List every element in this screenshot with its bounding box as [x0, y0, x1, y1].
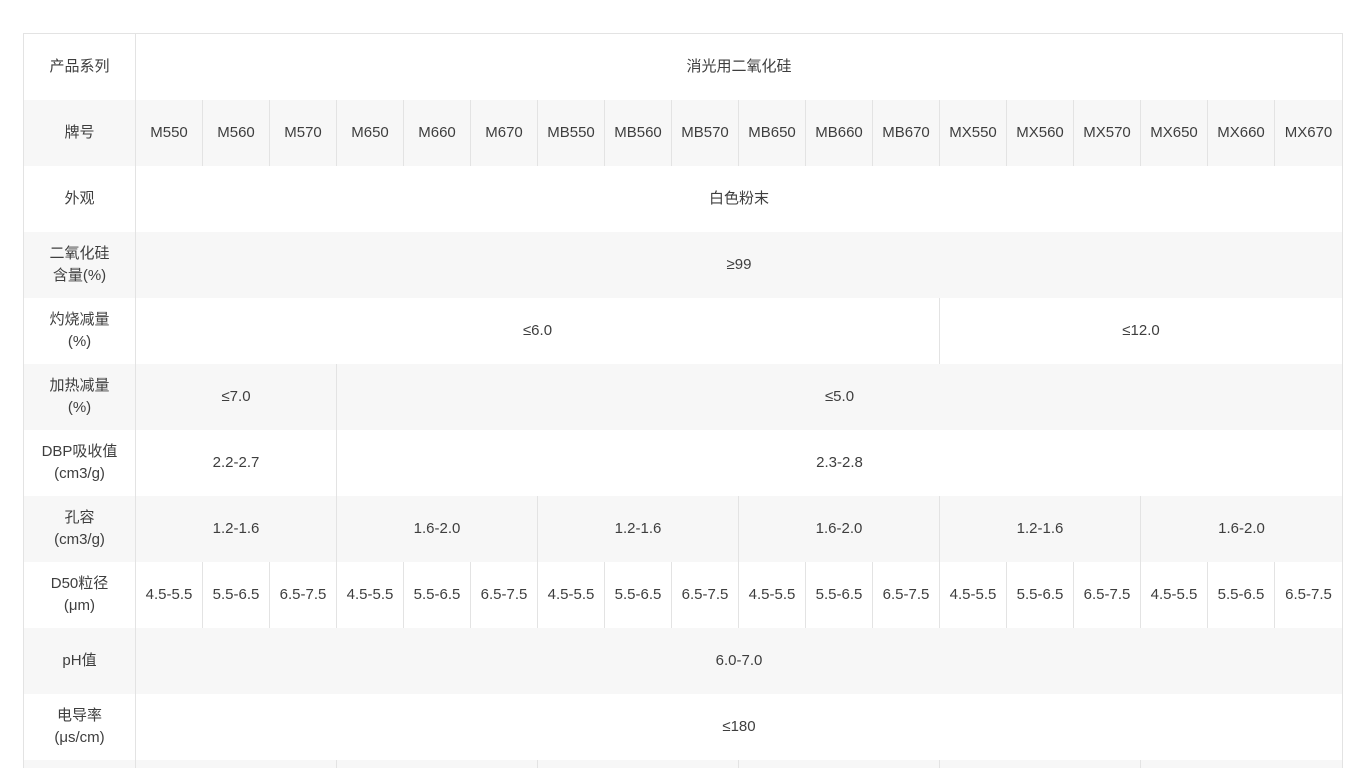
grade-cell: MX670	[1275, 100, 1342, 166]
value-cell: 4.5-5.5	[136, 562, 203, 628]
value-cell	[136, 760, 337, 768]
value-cell	[337, 760, 538, 768]
row-label: 外观	[24, 166, 136, 232]
value-cell: 5.5-6.5	[806, 562, 873, 628]
value-cell: ≤180	[136, 694, 1342, 760]
row-appearance: 外观 白色粉末	[24, 166, 1342, 232]
value-cell: 6.5-7.5	[1074, 562, 1141, 628]
value-cell: 1.2-1.6	[940, 496, 1141, 562]
value-cell: 6.5-7.5	[1275, 562, 1342, 628]
row-conductivity: 电导率 (μs/cm) ≤180	[24, 694, 1342, 760]
row-ph-value: pH值 6.0-7.0	[24, 628, 1342, 694]
value-cell	[1141, 760, 1342, 768]
grade-cell: MX570	[1074, 100, 1141, 166]
value-cell: 5.5-6.5	[1208, 562, 1275, 628]
row-label: 灼烧减量 (%)	[24, 298, 136, 364]
value-cell: 6.5-7.5	[270, 562, 337, 628]
grade-cell: MX660	[1208, 100, 1275, 166]
product-spec-table: 产品系列 消光用二氧化硅 牌号 M550 M560 M570 M650 M660…	[24, 34, 1342, 768]
grade-cell: MX550	[940, 100, 1007, 166]
value-cell: ≤7.0	[136, 364, 337, 430]
value-cell: 4.5-5.5	[337, 562, 404, 628]
value-cell: 4.5-5.5	[1141, 562, 1208, 628]
row-label: 二氧化硅 含量(%)	[24, 232, 136, 298]
value-cell: 2.2-2.7	[136, 430, 337, 496]
value-cell: 6.5-7.5	[471, 562, 538, 628]
grade-cell: MX650	[1141, 100, 1208, 166]
row-label: pH值	[24, 628, 136, 694]
value-cell: 1.2-1.6	[538, 496, 739, 562]
grade-cell: MX560	[1007, 100, 1074, 166]
grade-cell: M560	[203, 100, 270, 166]
value-cell: 白色粉末	[136, 166, 1342, 232]
value-cell: 5.5-6.5	[404, 562, 471, 628]
value-cell: ≤6.0	[136, 298, 940, 364]
row-product-series: 产品系列 消光用二氧化硅	[24, 34, 1342, 100]
value-cell: 4.5-5.5	[940, 562, 1007, 628]
value-cell: 1.2-1.6	[136, 496, 337, 562]
row-dbp-absorption: DBP吸收值 (cm3/g) 2.2-2.7 2.3-2.8	[24, 430, 1342, 496]
value-cell	[538, 760, 739, 768]
row-label: 电导率 (μs/cm)	[24, 694, 136, 760]
value-cell: 4.5-5.5	[538, 562, 605, 628]
value-cell: ≤12.0	[940, 298, 1342, 364]
value-cell	[739, 760, 940, 768]
value-cell: 4.5-5.5	[739, 562, 806, 628]
grade-cell: M650	[337, 100, 404, 166]
value-cell: 6.5-7.5	[873, 562, 940, 628]
row-label: D50粒径 (μm)	[24, 562, 136, 628]
row-label: 牌号	[24, 100, 136, 166]
value-cell: 5.5-6.5	[203, 562, 270, 628]
grade-cell: M670	[471, 100, 538, 166]
grade-cell: MB550	[538, 100, 605, 166]
value-cell: ≥99	[136, 232, 1342, 298]
product-spec-table-container: 产品系列 消光用二氧化硅 牌号 M550 M560 M570 M650 M660…	[23, 33, 1343, 768]
row-label: 加热减量 (%)	[24, 364, 136, 430]
value-cell	[940, 760, 1141, 768]
row-label: 孔容 (cm3/g)	[24, 496, 136, 562]
value-cell: 2.3-2.8	[337, 430, 1342, 496]
value-cell: 1.6-2.0	[1141, 496, 1342, 562]
value-cell: 6.5-7.5	[672, 562, 739, 628]
grade-cell: MB650	[739, 100, 806, 166]
grade-cell: MB560	[605, 100, 672, 166]
grade-cell: M660	[404, 100, 471, 166]
row-loss-on-ignition: 灼烧减量 (%) ≤6.0 ≤12.0	[24, 298, 1342, 364]
row-label: DBP吸收值 (cm3/g)	[24, 430, 136, 496]
row-label: 产品系列	[24, 34, 136, 100]
row-label	[24, 760, 136, 768]
row-pore-volume: 孔容 (cm3/g) 1.2-1.6 1.6-2.0 1.2-1.6 1.6-2…	[24, 496, 1342, 562]
value-cell: ≤5.0	[337, 364, 1342, 430]
grade-cell: M570	[270, 100, 337, 166]
value-cell: 5.5-6.5	[1007, 562, 1074, 628]
value-cell: 6.0-7.0	[136, 628, 1342, 694]
value-cell: 5.5-6.5	[605, 562, 672, 628]
grade-cell: M550	[136, 100, 203, 166]
row-partial-bottom	[24, 760, 1342, 768]
grade-cell: MB670	[873, 100, 940, 166]
row-sio2-content: 二氧化硅 含量(%) ≥99	[24, 232, 1342, 298]
grade-cell: MB570	[672, 100, 739, 166]
value-cell: 消光用二氧化硅	[136, 34, 1342, 100]
value-cell: 1.6-2.0	[337, 496, 538, 562]
row-grade: 牌号 M550 M560 M570 M650 M660 M670 MB550 M…	[24, 100, 1342, 166]
row-loss-on-heating: 加热减量 (%) ≤7.0 ≤5.0	[24, 364, 1342, 430]
value-cell: 1.6-2.0	[739, 496, 940, 562]
row-d50-particle-size: D50粒径 (μm) 4.5-5.5 5.5-6.5 6.5-7.5 4.5-5…	[24, 562, 1342, 628]
grade-cell: MB660	[806, 100, 873, 166]
